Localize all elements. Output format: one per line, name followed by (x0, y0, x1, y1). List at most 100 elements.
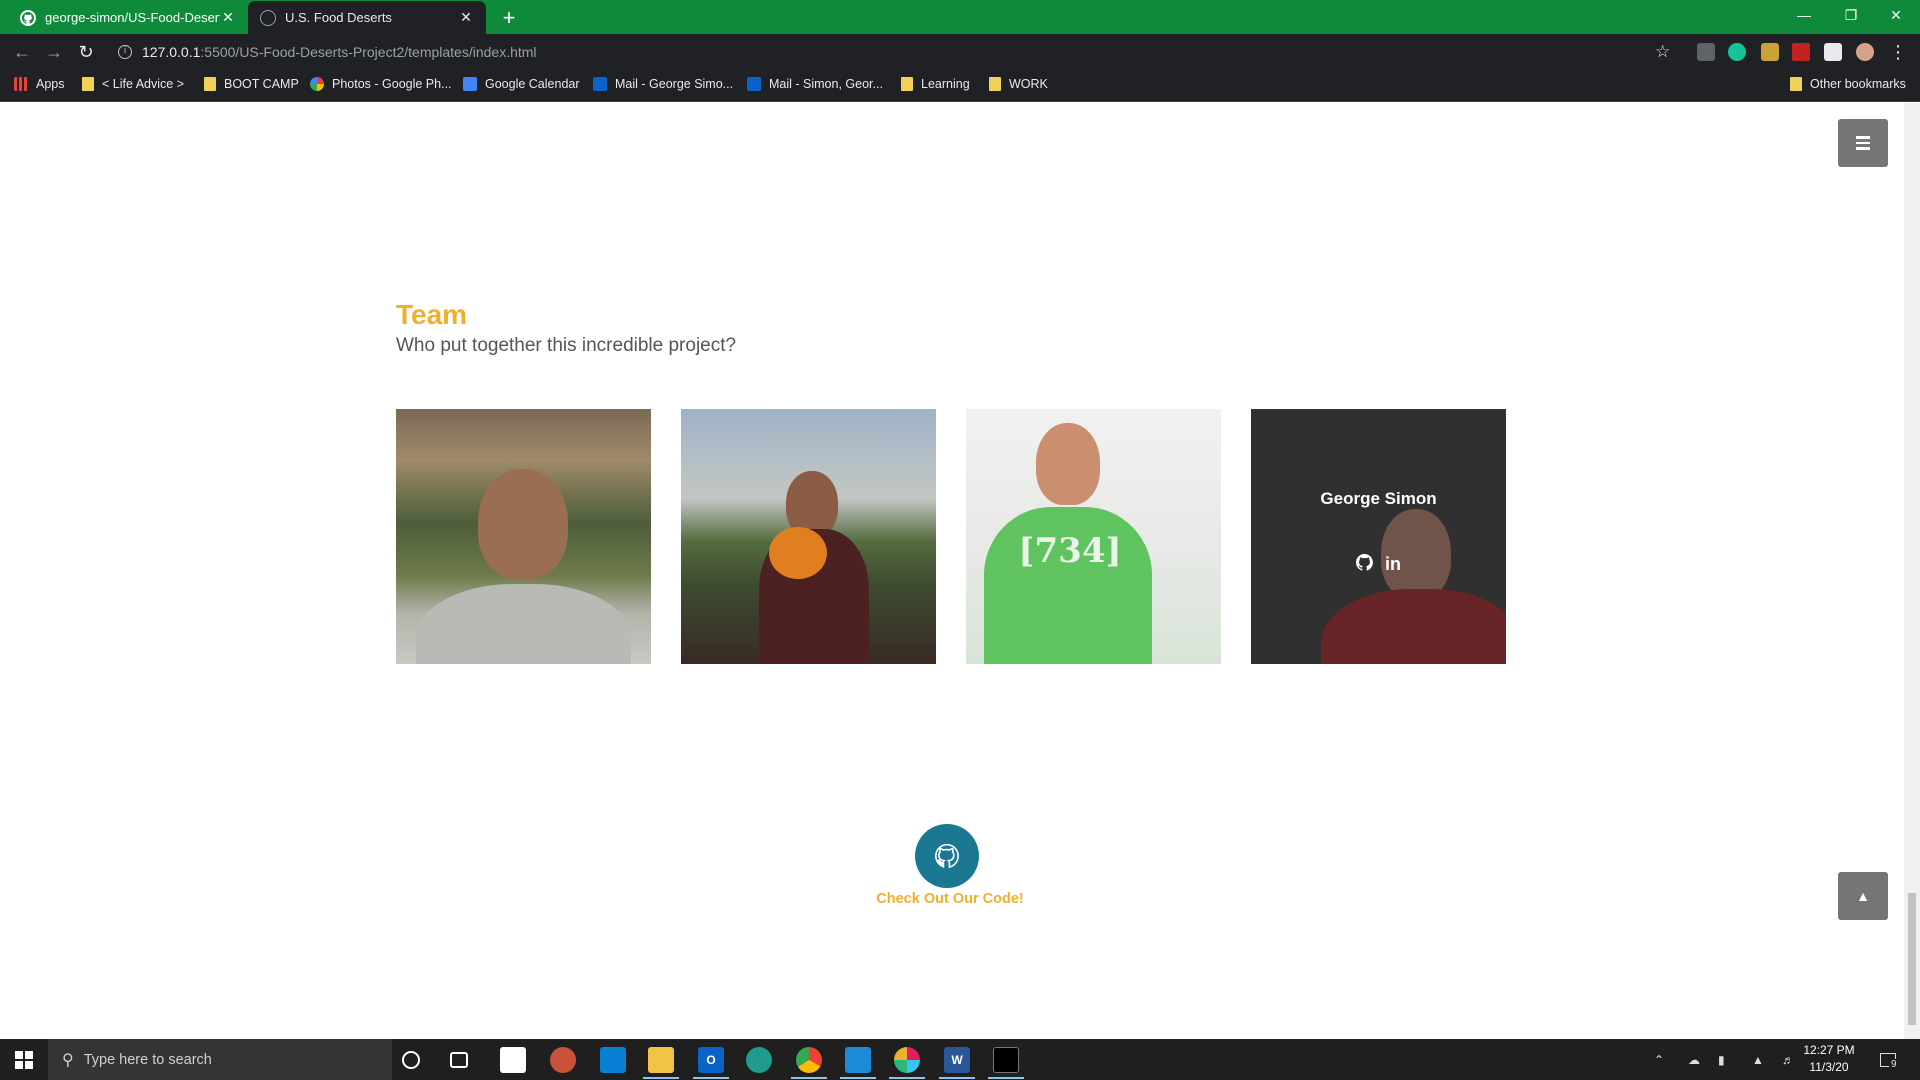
cortana-icon[interactable] (402, 1051, 420, 1069)
apps-grid-icon (14, 77, 28, 91)
photos-icon (310, 77, 324, 91)
team-member-card[interactable]: [734] (966, 409, 1221, 664)
close-tab-icon[interactable]: ✕ (458, 9, 474, 26)
bookmark-label: Learning (921, 77, 970, 91)
outlook-icon[interactable]: O (698, 1047, 724, 1073)
shirt-text: [734] (1018, 531, 1122, 571)
hamburger-menu-button[interactable] (1838, 119, 1888, 167)
more-menu-icon[interactable]: ⋮ (1886, 40, 1910, 64)
info-icon[interactable]: i (118, 45, 132, 59)
person-photo (478, 469, 568, 579)
bookmark-label: Other bookmarks (1810, 77, 1906, 91)
bookmark-learning[interactable]: Learning (901, 77, 970, 91)
linkedin-icon[interactable]: in (1385, 554, 1401, 576)
minimize-icon[interactable]: — (1784, 0, 1824, 30)
pdf-icon[interactable] (1792, 43, 1810, 61)
bookmark-label: Mail - Simon, Geor... (769, 77, 883, 91)
task-view-icon[interactable] (450, 1052, 468, 1068)
close-tab-icon[interactable]: ✕ (220, 9, 236, 26)
code-link-label[interactable]: Check Out Our Code! (850, 891, 1050, 907)
bookmark-mail-simon[interactable]: Mail - Simon, Geor... (747, 77, 883, 91)
tab-title: U.S. Food Deserts (285, 10, 392, 25)
puzzle-icon[interactable] (1824, 43, 1842, 61)
bookmark-label: WORK (1009, 77, 1048, 91)
page-scrollbar[interactable] (1904, 103, 1920, 1039)
app-icon[interactable] (550, 1047, 576, 1073)
bookmark-mail-george[interactable]: Mail - George Simo... (593, 77, 733, 91)
folder-icon (989, 77, 1001, 91)
pumpkin (769, 527, 827, 579)
wifi-icon[interactable]: ▲ (1752, 1039, 1764, 1080)
clock-time: 12:27 PM (1803, 1043, 1855, 1057)
scrollbar-thumb[interactable] (1908, 893, 1916, 1025)
section-subtitle: Who put together this incredible project… (396, 335, 737, 356)
back-icon[interactable]: ← (10, 40, 34, 64)
forward-icon[interactable]: → (42, 40, 66, 64)
person-shirt (416, 584, 631, 664)
windows-start-icon[interactable] (0, 1039, 48, 1080)
reload-icon[interactable]: ↻ (74, 40, 98, 64)
bookmark-boot-camp[interactable]: BOOT CAMP (204, 77, 299, 91)
tray-chevron-icon[interactable]: ⌃ (1654, 1039, 1664, 1080)
vscode-icon[interactable] (845, 1047, 871, 1073)
active-indicator (693, 1077, 729, 1079)
globe-icon (260, 9, 276, 26)
profile-avatar[interactable] (1856, 43, 1874, 61)
terminal-icon[interactable] (993, 1047, 1019, 1073)
bookmark-star-icon[interactable]: ☆ (1655, 42, 1670, 62)
team-member-card[interactable] (681, 409, 936, 664)
clock-date: 11/3/20 (1809, 1060, 1849, 1074)
outlook-icon (747, 77, 761, 91)
bookmark-label: Photos - Google Ph... (332, 77, 452, 91)
github-icon[interactable] (1355, 554, 1373, 576)
address-bar[interactable]: i 127.0.0.1 :5500/US-Food-Deserts-Projec… (110, 38, 1680, 66)
tab-github[interactable]: george-simon/US-Food-Deserts ✕ (8, 1, 248, 34)
github-code-button[interactable] (915, 824, 979, 888)
edge-icon[interactable] (746, 1047, 772, 1073)
bookmark-photos[interactable]: Photos - Google Ph... (310, 77, 452, 91)
scroll-to-top-button[interactable]: ▲ (1838, 872, 1888, 920)
section-title: Team (396, 299, 468, 330)
notifications-icon[interactable]: 9 (1880, 1039, 1899, 1080)
bookmark-label: Mail - George Simo... (615, 77, 734, 91)
taskbar-search[interactable]: ⚲ Type here to search (48, 1039, 392, 1080)
active-indicator (643, 1077, 679, 1079)
bookmark-label: Apps (36, 77, 65, 91)
team-member-card[interactable] (396, 409, 651, 664)
browser-tab-bar: george-simon/US-Food-Deserts ✕ U.S. Food… (0, 0, 1920, 34)
folder-icon (1790, 77, 1802, 91)
mail-icon[interactable] (600, 1047, 626, 1073)
search-placeholder: Type here to search (83, 1051, 212, 1068)
grammarly-icon[interactable] (1728, 43, 1746, 61)
tab-title: george-simon/US-Food-Deserts (45, 10, 220, 25)
folder-icon (901, 77, 913, 91)
battery-icon[interactable]: ▮ (1718, 1039, 1725, 1080)
bookmark-apps[interactable]: Apps (14, 77, 65, 91)
bookmark-work[interactable]: WORK (989, 77, 1048, 91)
team-member-card[interactable]: George Simon in (1251, 409, 1506, 664)
extension-icon[interactable] (1761, 43, 1779, 61)
volume-icon[interactable]: ♬ (1782, 1039, 1794, 1080)
store-icon[interactable] (500, 1047, 526, 1073)
calendar-icon (463, 77, 477, 91)
github-icon (935, 843, 959, 869)
bookmark-other[interactable]: Other bookmarks (1790, 77, 1906, 91)
browser-toolbar: ← → ↻ i 127.0.0.1 :5500/US-Food-Deserts-… (0, 34, 1920, 70)
url-path: :5500/US-Food-Deserts-Project2/templates… (200, 44, 537, 60)
extension-icon[interactable] (1697, 43, 1715, 61)
bookmark-life-advice[interactable]: < Life Advice > (82, 77, 184, 91)
restore-icon[interactable]: ❐ (1831, 0, 1871, 30)
bookmark-google-calendar[interactable]: Google Calendar (463, 77, 580, 91)
bookmark-label: < Life Advice > (102, 77, 185, 91)
word-icon[interactable]: W (944, 1047, 970, 1073)
tab-food-deserts[interactable]: U.S. Food Deserts ✕ (248, 1, 486, 34)
onedrive-icon[interactable]: ☁ (1688, 1039, 1700, 1080)
slack-icon[interactable] (894, 1047, 920, 1073)
new-tab-button[interactable]: + (498, 5, 520, 31)
chrome-icon[interactable] (796, 1047, 822, 1073)
taskbar-clock[interactable]: 12:27 PM 11/3/20 (1794, 1042, 1864, 1076)
close-window-icon[interactable]: ✕ (1876, 0, 1916, 30)
page-content: Team Who put together this incredible pr… (0, 103, 1904, 1039)
file-explorer-icon[interactable] (648, 1047, 674, 1073)
windows-taskbar: ⚲ Type here to search O W ⌃ ☁ ▮ ▲ ♬ 12:2… (0, 1039, 1920, 1080)
